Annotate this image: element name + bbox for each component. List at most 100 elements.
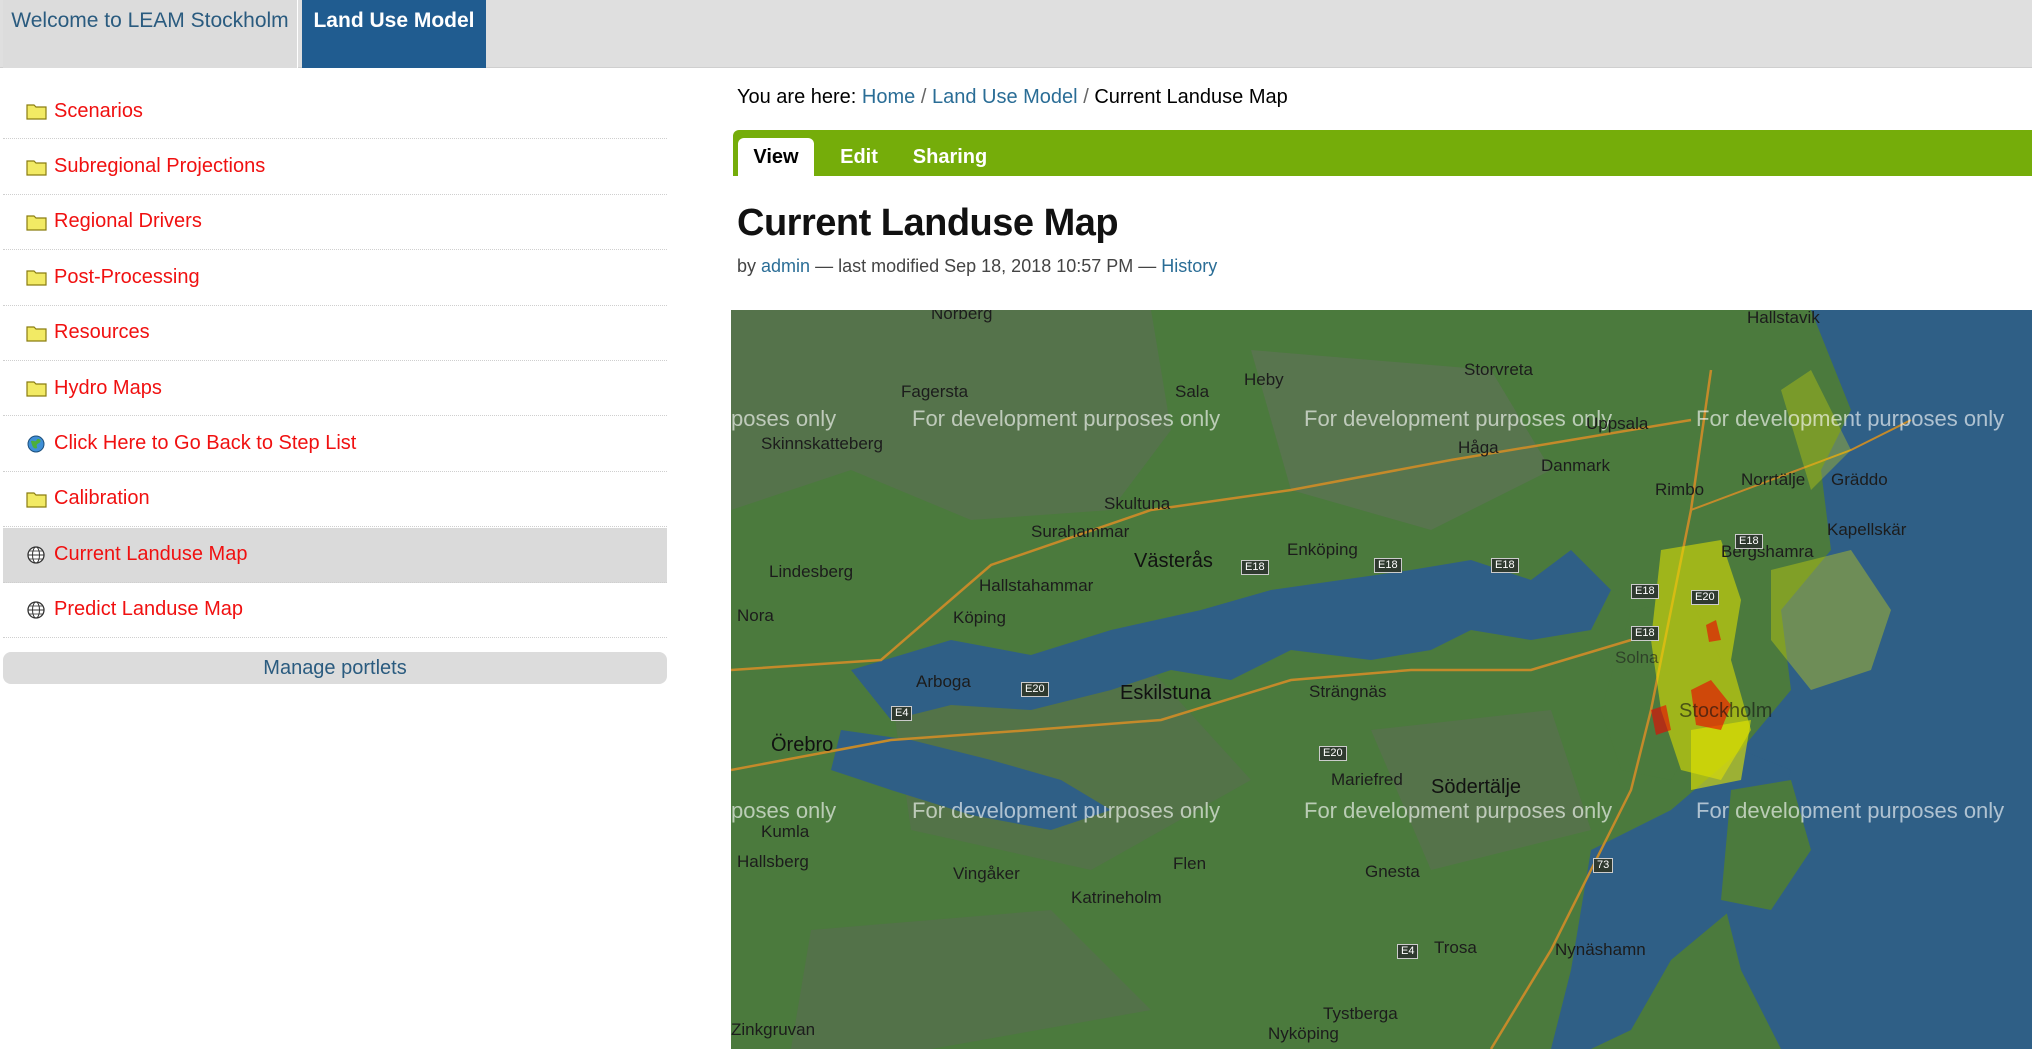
road-shield: 73 bbox=[1593, 858, 1614, 873]
folder-icon bbox=[26, 104, 47, 120]
map-watermark: poses only bbox=[731, 406, 837, 431]
place-label: Hallstavik bbox=[1747, 310, 1820, 327]
manage-portlets-button[interactable]: Manage portlets bbox=[3, 652, 667, 684]
place-label: Nora bbox=[737, 606, 774, 625]
place-label: Håga bbox=[1458, 438, 1499, 457]
road-shield: E4 bbox=[1397, 944, 1419, 959]
modified-text: — last modified Sep 18, 2018 10:57 PM — bbox=[815, 256, 1157, 276]
tab-view[interactable]: View bbox=[738, 138, 814, 176]
page-title: Current Landuse Map bbox=[737, 202, 1119, 244]
map-watermark: For development purposes only bbox=[912, 798, 1221, 823]
place-label: Trosa bbox=[1434, 938, 1477, 957]
author-link[interactable]: admin bbox=[761, 256, 810, 276]
history-link[interactable]: History bbox=[1161, 256, 1217, 276]
place-label: Skinnskatteberg bbox=[761, 434, 883, 453]
place-label: Rimbo bbox=[1655, 480, 1705, 499]
byline-by: by bbox=[737, 256, 757, 276]
sidebar-item-post-processing[interactable]: Post-Processing bbox=[3, 250, 667, 306]
breadcrumb-separator: / bbox=[920, 86, 927, 108]
place-label: Heby bbox=[1244, 370, 1284, 389]
breadcrumb-separator: / bbox=[1083, 86, 1089, 108]
map-watermark: For development purposes only bbox=[1304, 406, 1613, 431]
place-label: Stockholm bbox=[1679, 700, 1773, 722]
place-label: Södertälje bbox=[1431, 776, 1522, 798]
sidebar-item-resources[interactable]: Resources bbox=[3, 306, 667, 361]
road-shield: E18 bbox=[1374, 558, 1402, 573]
road-shield: E18 bbox=[1631, 626, 1659, 641]
place-label: Solna bbox=[1615, 648, 1659, 667]
place-label: Gnesta bbox=[1365, 862, 1420, 881]
place-label: Köping bbox=[953, 608, 1006, 627]
folder-icon bbox=[26, 326, 47, 342]
place-label: Västerås bbox=[1134, 550, 1213, 572]
place-label: Katrineholm bbox=[1071, 888, 1162, 907]
place-label: Storvreta bbox=[1464, 360, 1533, 379]
place-label: Örebro bbox=[771, 734, 834, 756]
sidebar-item-predict-landuse-map[interactable]: Predict Landuse Map bbox=[3, 583, 667, 638]
tab-edit[interactable]: Edit bbox=[826, 138, 892, 176]
road-shield: E18 bbox=[1241, 560, 1269, 575]
place-label: Nyköping bbox=[1268, 1024, 1339, 1043]
folder-icon bbox=[26, 215, 47, 231]
place-label: Hallstahammar bbox=[979, 576, 1094, 595]
sidebar-item-label: Subregional Projections bbox=[54, 155, 266, 178]
place-label: Mariefred bbox=[1331, 770, 1403, 789]
map-watermark: For development purposes only bbox=[1696, 406, 2005, 431]
road-shield: E18 bbox=[1735, 534, 1763, 549]
tab-welcome[interactable]: Welcome to LEAM Stockholm bbox=[3, 0, 298, 68]
map-watermark: poses only bbox=[731, 798, 837, 823]
map-globe-icon bbox=[27, 546, 45, 564]
sidebar-item-label: Current Landuse Map bbox=[54, 543, 248, 566]
sidebar-item-scenarios[interactable]: Scenarios bbox=[3, 84, 667, 140]
folder-icon bbox=[26, 159, 47, 176]
map-globe-icon bbox=[27, 601, 45, 619]
map-watermark: For development purposes only bbox=[1304, 798, 1613, 823]
place-label: Hallsberg bbox=[737, 852, 809, 871]
folder-icon bbox=[26, 492, 47, 508]
place-label: Uppsala bbox=[1586, 414, 1649, 433]
place-label: Danmark bbox=[1541, 456, 1610, 475]
place-label: Vingåker bbox=[953, 864, 1020, 883]
place-label: Enköping bbox=[1287, 540, 1358, 559]
sidebar-item-back-to-step-list[interactable]: Click Here to Go Back to Step List bbox=[3, 416, 667, 472]
road-shield: E20 bbox=[1021, 682, 1049, 697]
place-label: Surahammar bbox=[1031, 522, 1130, 541]
tab-sharing[interactable]: Sharing bbox=[896, 138, 1004, 176]
breadcrumb-land-use-model[interactable]: Land Use Model bbox=[932, 86, 1078, 108]
road-shield: E4 bbox=[891, 706, 913, 721]
navigation-portlet: Scenarios Subregional Projections Region… bbox=[3, 84, 667, 638]
sidebar-item-label: Predict Landuse Map bbox=[54, 598, 244, 621]
sidebar-item-label: Calibration bbox=[54, 487, 150, 510]
breadcrumb: You are here: Home / Land Use Model / Cu… bbox=[737, 86, 1288, 109]
sidebar-item-label: Resources bbox=[54, 321, 150, 344]
place-label: Kumla bbox=[761, 822, 810, 841]
place-label: Flen bbox=[1173, 854, 1207, 873]
place-label: Nynäshamn bbox=[1555, 940, 1646, 959]
content-views-bar: View Edit Sharing bbox=[733, 130, 2032, 176]
breadcrumb-prefix: You are here: bbox=[737, 86, 857, 108]
breadcrumb-current: Current Landuse Map bbox=[1094, 86, 1288, 108]
place-label: Sala bbox=[1175, 382, 1210, 401]
road-shield: E18 bbox=[1491, 558, 1519, 573]
breadcrumb-home[interactable]: Home bbox=[862, 86, 915, 108]
road-shield: E20 bbox=[1691, 590, 1719, 605]
sidebar-item-regional-drivers[interactable]: Regional Drivers bbox=[3, 195, 667, 251]
map-watermark: For development purposes only bbox=[912, 406, 1221, 431]
road-shield: E20 bbox=[1319, 746, 1347, 761]
sidebar-item-label: Hydro Maps bbox=[54, 376, 162, 399]
sidebar-item-subregional-projections[interactable]: Subregional Projections bbox=[3, 139, 667, 195]
map-watermark: For development purposes only bbox=[1696, 798, 2005, 823]
sidebar-item-current-landuse-map[interactable]: Current Landuse Map bbox=[3, 527, 667, 583]
place-label: Eskilstuna bbox=[1120, 682, 1212, 704]
document-byline: by admin — last modified Sep 18, 2018 10… bbox=[737, 256, 1217, 277]
portal-tabs: Welcome to LEAM Stockholm Land Use Model bbox=[0, 0, 2032, 68]
globe-icon bbox=[27, 435, 45, 453]
place-label: Skultuna bbox=[1104, 494, 1171, 513]
sidebar-item-label: Post-Processing bbox=[54, 265, 200, 288]
tab-land-use-model[interactable]: Land Use Model bbox=[302, 0, 486, 68]
landuse-map[interactable]: poses only For development purposes only… bbox=[731, 310, 2032, 1049]
sidebar-item-calibration[interactable]: Calibration bbox=[3, 472, 667, 528]
place-label: Lindesberg bbox=[769, 562, 854, 581]
sidebar-item-hydro-maps[interactable]: Hydro Maps bbox=[3, 361, 667, 417]
road-shield: E18 bbox=[1631, 584, 1659, 599]
